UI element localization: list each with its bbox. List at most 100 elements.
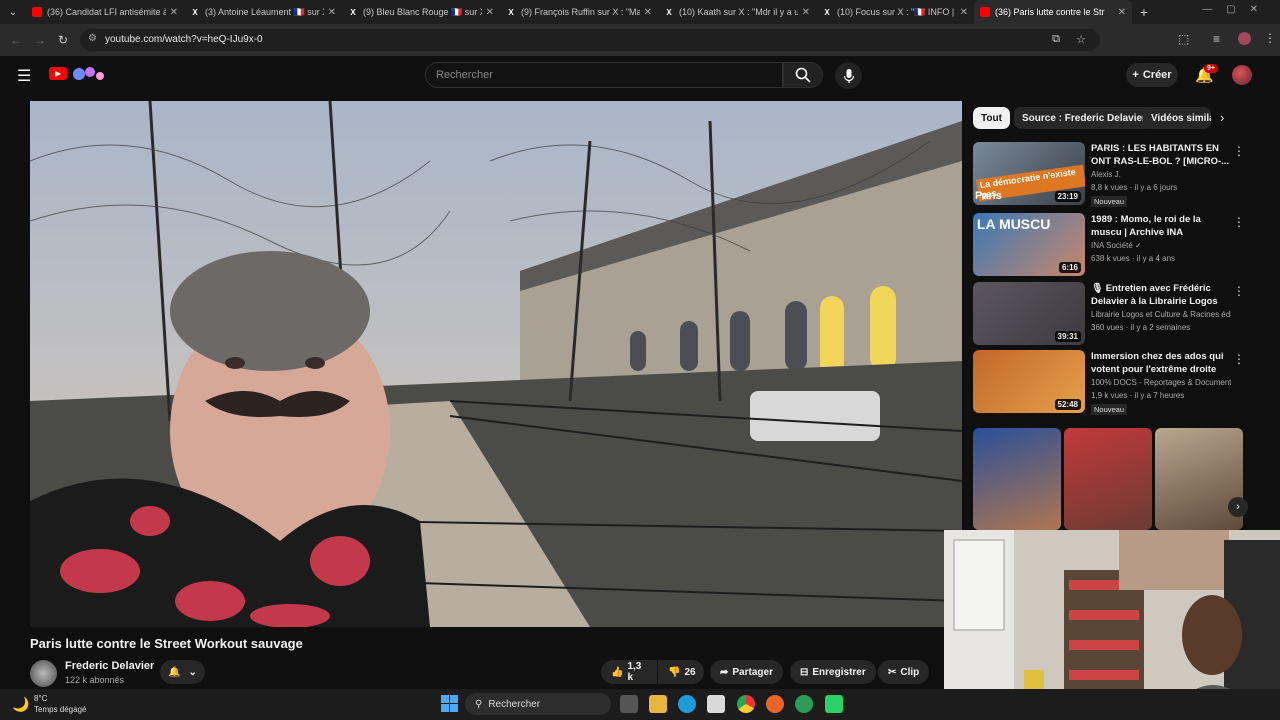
chevron-right-icon[interactable]: › xyxy=(1220,110,1224,125)
clip-button[interactable]: ✂ Clip xyxy=(878,660,930,684)
short-thumbnail[interactable] xyxy=(1064,428,1152,530)
reading-list-icon[interactable]: ≡ xyxy=(1213,32,1220,46)
video-player[interactable] xyxy=(30,101,962,627)
chip-similar[interactable]: Vidéos simila xyxy=(1143,107,1211,129)
tab-list-icon[interactable]: ⌄ xyxy=(0,0,26,24)
recommendation-meta: 1,9 k vues · il y a 7 heures xyxy=(1091,391,1185,400)
app-icon[interactable] xyxy=(795,695,813,713)
close-tab-icon[interactable]: ✕ xyxy=(1118,7,1126,18)
share-button[interactable]: ➦ Partager xyxy=(710,660,783,684)
recommendation-channel[interactable]: Alexis J. xyxy=(1091,170,1231,179)
tab-active[interactable]: (36) Paris lutte contre le Str ✕ xyxy=(974,0,1132,24)
close-tab-icon[interactable]: ✕ xyxy=(960,7,968,18)
recommendation-title[interactable]: 1989 : Momo, le roi de la muscu | Archiv… xyxy=(1091,213,1231,239)
like-button[interactable]: 👍 1,3 k xyxy=(601,660,657,684)
new-badge: Nouveau xyxy=(1091,196,1128,207)
video-thumbnail[interactable]: LA MUSCU 6:16 xyxy=(973,213,1085,276)
tab-2[interactable]: X (3) Antoine Léaument 🇫🇷 sur X : ✕ xyxy=(184,0,342,24)
short-thumbnail[interactable] xyxy=(1155,428,1243,530)
video-thumbnail[interactable]: 39:31 xyxy=(973,282,1085,345)
dislike-button[interactable]: 👎 26 xyxy=(658,660,704,684)
notification-count-badge: 9+ xyxy=(1204,64,1218,73)
extensions-icon[interactable]: ⬚ xyxy=(1178,32,1189,46)
tab-title: (36) Paris lutte contre le Str xyxy=(995,7,1105,17)
voice-search-button[interactable] xyxy=(835,62,862,89)
new-badge: Nouveau xyxy=(1091,404,1128,415)
video-thumbnail[interactable]: La démocratie n'existe pas Paris 23:19 xyxy=(973,142,1085,205)
search-icon xyxy=(795,67,811,83)
channel-avatar[interactable] xyxy=(30,660,57,687)
weather-temperature: 8°C xyxy=(34,694,48,703)
video-thumbnail[interactable]: 52:48 xyxy=(973,350,1085,413)
forward-icon[interactable]: → xyxy=(34,33,46,47)
recommendation-channel[interactable]: Librairie Logos et Culture & Racines édi… xyxy=(1091,310,1231,319)
bookmark-star-icon[interactable]: ☆ xyxy=(1076,33,1086,46)
chip-all[interactable]: Tout xyxy=(973,107,1010,129)
account-avatar[interactable] xyxy=(1232,65,1252,85)
file-explorer-icon[interactable] xyxy=(649,695,667,713)
edge-icon[interactable] xyxy=(678,695,696,713)
weather-icon[interactable]: 🌙 xyxy=(12,696,29,713)
install-app-icon[interactable]: ⧉ xyxy=(1052,33,1060,46)
recommendation-title[interactable]: Immersion chez des ados qui votent pour … xyxy=(1091,350,1231,376)
close-tab-icon[interactable]: ✕ xyxy=(486,7,494,18)
close-tab-icon[interactable]: ✕ xyxy=(328,7,336,18)
tab-3[interactable]: X (9) Bleu Blanc Rouge 🇫🇷 sur X ✕ xyxy=(342,0,500,24)
shorts-next-button[interactable]: › xyxy=(1228,497,1248,517)
more-actions-icon[interactable]: ⋮ xyxy=(1233,284,1245,298)
recommendation-title[interactable]: 🎙 Entretien avec Frédéric Delavier à la … xyxy=(1091,282,1231,308)
doodle-logo[interactable] xyxy=(70,64,108,84)
duration-badge: 23:19 xyxy=(1054,191,1081,202)
recommendation-item[interactable]: 39:31 🎙 Entretien avec Frédéric Delavier… xyxy=(973,282,1245,346)
close-tab-icon[interactable]: ✕ xyxy=(802,7,810,18)
subscribed-button[interactable]: 🔔 ⌄ xyxy=(160,660,205,684)
recommendation-meta: 8,8 k vues · il y a 6 jours xyxy=(1091,183,1178,192)
menu-icon[interactable]: ☰ xyxy=(17,66,31,86)
scissors-icon: ✂ xyxy=(888,666,897,678)
recommendation-item[interactable]: LA MUSCU 6:16 1989 : Momo, le roi de la … xyxy=(973,213,1245,277)
windows-start-icon[interactable] xyxy=(441,695,458,712)
tab-title: (3) Antoine Léaument 🇫🇷 sur X : xyxy=(205,6,324,17)
chip-source[interactable]: Source : Frederic Delavier xyxy=(1014,107,1154,129)
site-info-icon[interactable]: ⚙ xyxy=(88,33,97,44)
reload-icon[interactable]: ↻ xyxy=(58,33,68,47)
window-controls[interactable]: —▢✕ xyxy=(1202,4,1272,15)
profile-avatar[interactable] xyxy=(1238,32,1251,45)
recommendation-title[interactable]: PARIS : LES HABITANTS EN ONT RAS-LE-BOL … xyxy=(1091,142,1231,168)
store-icon[interactable] xyxy=(707,695,725,713)
browser-tab-strip: ⌄ (36) Candidat LFI antisémite à F ✕ X (3)… xyxy=(0,0,1280,24)
tab-4[interactable]: X (9) François Ruffin sur X : "Ma r ✕ xyxy=(500,0,658,24)
tab-5[interactable]: X (10) Kaath sur X : "Mdr il y a un ✕ xyxy=(658,0,816,24)
more-actions-icon[interactable]: ⋮ xyxy=(1233,215,1245,229)
create-button[interactable]: + Créer xyxy=(1126,63,1178,87)
save-button[interactable]: ⊟ Enregistrer xyxy=(790,660,876,684)
close-tab-icon[interactable]: ✕ xyxy=(170,7,178,18)
search-input[interactable]: Rechercher xyxy=(425,62,783,88)
new-tab-icon[interactable]: + xyxy=(1132,4,1156,20)
video-frame xyxy=(30,101,962,627)
more-actions-icon[interactable]: ⋮ xyxy=(1233,352,1245,366)
search-button[interactable] xyxy=(783,62,823,88)
browser-menu-icon[interactable]: ⋮ xyxy=(1264,31,1276,45)
tab-6[interactable]: X (10) Focus sur X : "🇫🇷 INFO | ✕ xyxy=(816,0,974,24)
recommendation-channel[interactable]: INA Société ✓ xyxy=(1091,241,1231,250)
firefox-icon[interactable] xyxy=(766,695,784,713)
address-bar[interactable]: ⚙ youtube.com/watch?v=heQ-IJu9x-0 ⧉ ☆ xyxy=(80,29,1100,51)
recommendation-item[interactable]: La démocratie n'existe pas Paris 23:19 P… xyxy=(973,142,1245,207)
recommendation-item[interactable]: 52:48 Immersion chez des ados qui votent… xyxy=(973,350,1245,415)
tab-1[interactable]: (36) Candidat LFI antisémite à F ✕ xyxy=(26,0,184,24)
task-view-icon[interactable] xyxy=(620,695,638,713)
more-actions-icon[interactable]: ⋮ xyxy=(1233,144,1245,158)
close-tab-icon[interactable]: ✕ xyxy=(644,7,652,18)
youtube-logo-icon[interactable]: ▶ xyxy=(49,67,67,80)
short-thumbnail[interactable] xyxy=(973,428,1061,530)
taskbar-search[interactable]: ⚲ Rechercher xyxy=(465,693,611,715)
channel-name[interactable]: Frederic Delavier xyxy=(65,660,154,672)
chrome-icon[interactable] xyxy=(737,695,755,713)
recommendation-channel[interactable]: 100% DOCS - Reportages & Documentair... xyxy=(1091,378,1231,387)
chevron-right-icon: › xyxy=(1236,501,1240,513)
like-count: 1,3 k xyxy=(627,661,642,683)
back-icon[interactable]: ← xyxy=(10,33,22,47)
app-icon[interactable] xyxy=(825,695,843,713)
duration-badge: 52:48 xyxy=(1054,399,1081,410)
